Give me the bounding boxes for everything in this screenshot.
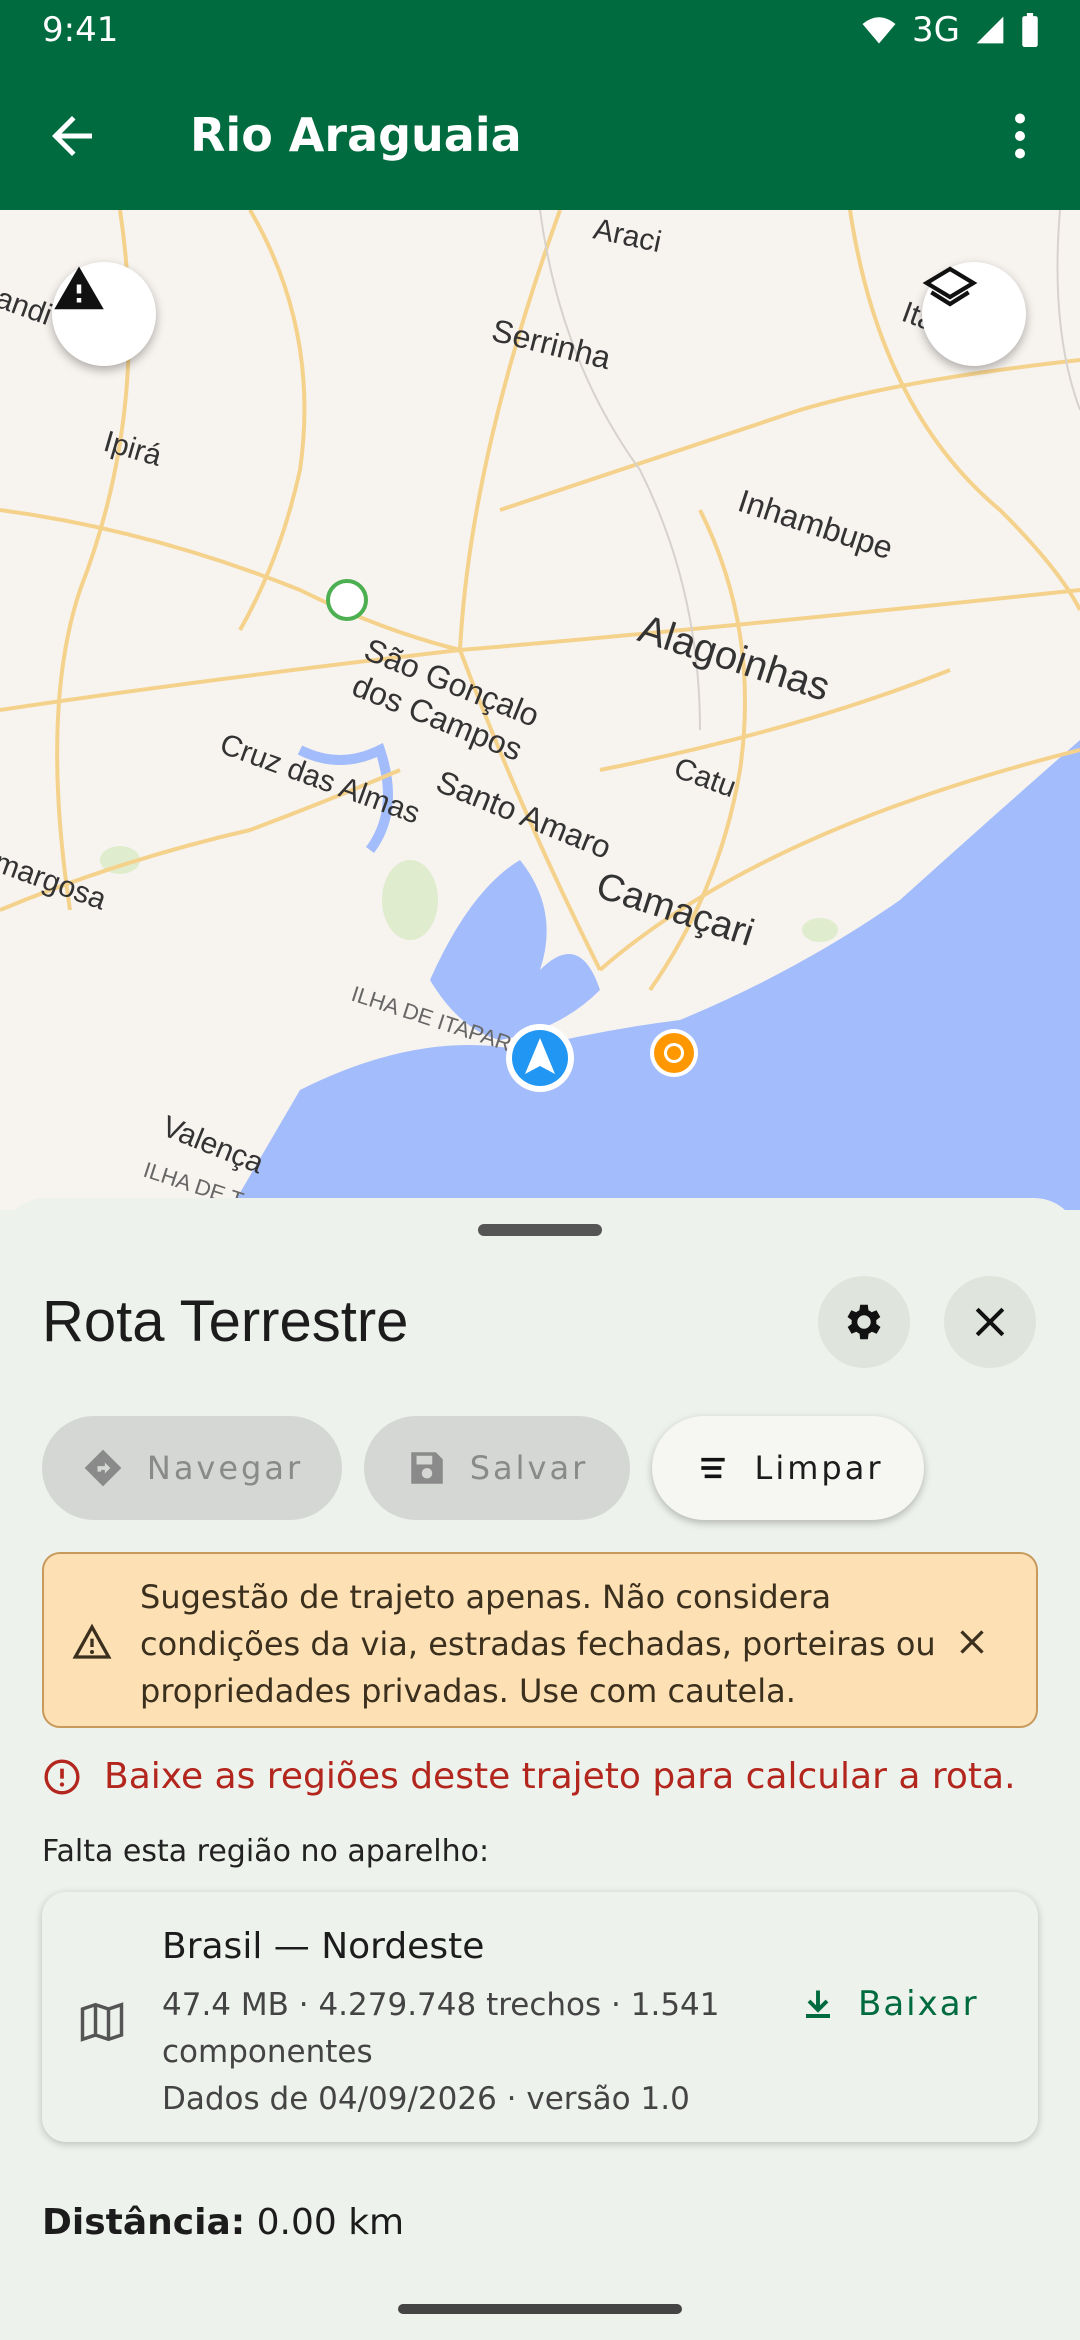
error-text: Baixe as regiões deste trajeto para calc… xyxy=(104,1756,1016,1797)
map-label-andi: andi xyxy=(0,282,56,332)
battery-icon xyxy=(1022,13,1038,47)
map-label-catu: Catu xyxy=(670,752,741,805)
region-name: Brasil — Nordeste xyxy=(162,1926,485,1967)
navigate-button[interactable]: Navegar xyxy=(42,1416,342,1520)
map-label-ipira: Ipirá xyxy=(100,425,165,473)
map-label-santo-amaro: Santo Amaro xyxy=(431,763,616,866)
directions-icon xyxy=(84,1449,122,1487)
map-label-margosa: margosa xyxy=(0,846,111,917)
distance-value: 0.00 km xyxy=(256,2202,405,2243)
close-icon xyxy=(975,1307,1005,1337)
back-button[interactable] xyxy=(42,106,102,166)
route-warning-banner: Sugestão de trajeto apenas. Não consider… xyxy=(42,1552,1038,1728)
download-error-message: Baixe as regiões deste trajeto para calc… xyxy=(42,1756,1016,1797)
map-label-serrinha: Serrinha xyxy=(488,312,614,376)
report-warning-button[interactable] xyxy=(52,262,156,366)
warning-icon xyxy=(54,266,104,310)
drag-handle[interactable] xyxy=(478,1224,602,1236)
sheet-title: Rota Terrestre xyxy=(42,1289,409,1354)
clear-button[interactable]: Limpar xyxy=(652,1416,924,1520)
status-icons: 3G xyxy=(860,10,1040,50)
start-marker[interactable] xyxy=(326,579,368,621)
region-meta: 47.4 MB · 4.279.748 trechos · 1.541 comp… xyxy=(162,1982,722,2123)
map-label-inhambupe: Inhambupe xyxy=(734,482,897,566)
current-location-marker[interactable] xyxy=(506,1024,574,1092)
route-bottom-sheet: Rota Terrestre Navegar Salvar Limpar Sug… xyxy=(0,1198,1080,2340)
distance-row: Distância: 0.00 km xyxy=(42,2202,404,2243)
error-icon xyxy=(44,1759,80,1794)
status-bar: 9:41 3G xyxy=(0,0,1080,62)
map-label-alagoinhas: Alagoinhas xyxy=(633,607,835,710)
map-icon xyxy=(80,2002,124,2042)
map-view[interactable]: Araci Serrinha Ipirá Inhambupe Alagoinha… xyxy=(0,210,1080,1210)
map-canvas: Araci Serrinha Ipirá Inhambupe Alagoinha… xyxy=(0,210,1080,1210)
map-label-cruz-das-almas: Cruz das Almas xyxy=(216,728,425,831)
page-title: Rio Araguaia xyxy=(190,108,522,162)
layers-icon xyxy=(922,266,978,307)
network-type: 3G xyxy=(912,10,960,50)
status-time: 9:41 xyxy=(42,10,119,50)
wifi-icon xyxy=(862,17,896,44)
save-icon xyxy=(410,1452,443,1484)
distance-label: Distância: xyxy=(42,2202,246,2243)
warning-outline-icon xyxy=(72,1623,112,1659)
save-button[interactable]: Salvar xyxy=(364,1416,630,1520)
save-label: Salvar xyxy=(469,1449,589,1487)
map-layers-button[interactable] xyxy=(922,262,1026,366)
arrow-back-icon xyxy=(52,116,92,156)
navigate-label: Navegar xyxy=(146,1449,304,1487)
missing-region-label: Falta esta região no aparelho: xyxy=(42,1834,490,1869)
more-options-button[interactable] xyxy=(990,106,1050,166)
region-meta-size: 47.4 MB · 4.279.748 trechos · 1.541 comp… xyxy=(162,1987,720,2070)
signal-icon xyxy=(976,16,1004,44)
settings-button[interactable] xyxy=(818,1276,910,1368)
destination-marker[interactable] xyxy=(650,1029,698,1077)
app-bar: Rio Araguaia xyxy=(0,62,1080,210)
gear-icon xyxy=(847,1304,881,1340)
gesture-nav-bar[interactable] xyxy=(398,2304,682,2314)
map-label-araci: Araci xyxy=(591,213,665,259)
clear-all-icon xyxy=(700,1457,725,1479)
download-region-button[interactable]: Baixar xyxy=(800,1984,979,2024)
clear-label: Limpar xyxy=(754,1449,884,1487)
dismiss-warning-icon[interactable] xyxy=(954,1624,990,1660)
download-label: Baixar xyxy=(858,1984,979,2024)
warning-text: Sugestão de trajeto apenas. Não consider… xyxy=(140,1578,936,1710)
download-icon xyxy=(806,1990,830,2018)
more-vert-icon xyxy=(1015,113,1025,159)
region-card: Brasil — Nordeste 47.4 MB · 4.279.748 tr… xyxy=(42,1892,1038,2142)
region-meta-date: Dados de 04/09/2026 · versão 1.0 xyxy=(162,2081,690,2117)
close-sheet-button[interactable] xyxy=(944,1276,1036,1368)
